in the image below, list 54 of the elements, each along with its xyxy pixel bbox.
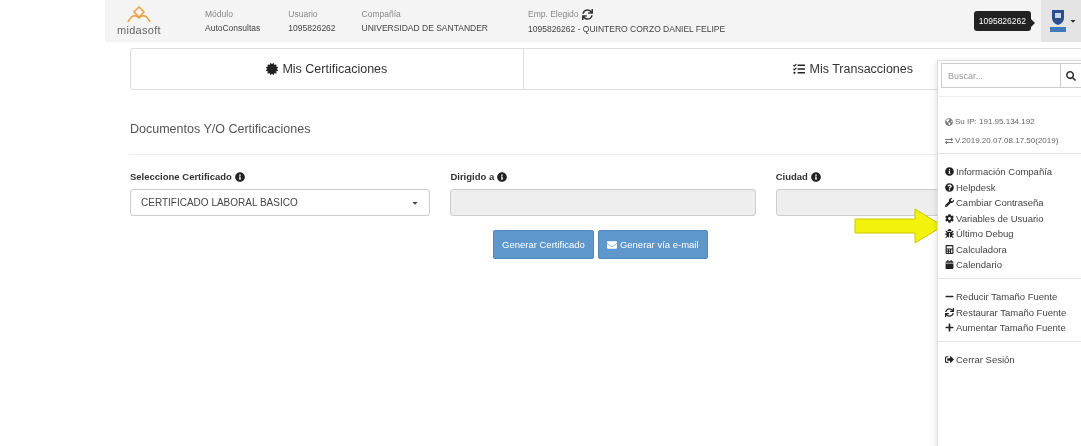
menu-item[interactable]: Último Debug xyxy=(938,228,1081,239)
refresh-icon[interactable] xyxy=(581,8,593,20)
menu-item[interactable]: Calendario xyxy=(938,259,1081,270)
menu-item[interactable]: Helpdesk xyxy=(938,181,1081,193)
info-icon xyxy=(234,171,245,182)
menu-item[interactable]: Restaurar Tamaño Fuente xyxy=(938,306,1081,318)
arrows-icon xyxy=(945,136,953,145)
header-value: 1095826262 xyxy=(288,23,336,33)
menu-item[interactable]: Aumentar Tamaño Fuente xyxy=(938,322,1081,333)
menu-item[interactable]: Calculadora xyxy=(938,243,1081,255)
info-icon xyxy=(945,167,954,176)
header-value: AutoConsultas xyxy=(205,23,261,33)
user-menu-button[interactable] xyxy=(1041,0,1081,42)
refresh-icon xyxy=(945,307,954,317)
help-icon xyxy=(945,182,954,192)
header-label: Emp. Elegido xyxy=(528,9,579,19)
plus-icon xyxy=(945,323,954,332)
shield-avatar-icon xyxy=(1049,9,1067,33)
header-label: Módulo xyxy=(205,9,233,19)
header-value: 1095826262 - QUINTERO CORZO DANIEL FELIPE xyxy=(528,23,726,34)
logo-icon xyxy=(126,6,152,24)
menu-item[interactable]: Cerrar Sesión xyxy=(938,354,1081,365)
search-field[interactable]: Buscar... xyxy=(941,63,1060,88)
menu-item[interactable]: Información Compañía xyxy=(938,166,1081,177)
field-label: Ciudad xyxy=(775,171,808,182)
globe-icon xyxy=(945,117,953,126)
envelope-icon xyxy=(606,239,617,250)
caret-icon xyxy=(1069,17,1077,25)
settings-icon xyxy=(945,213,954,223)
checklist-icon xyxy=(793,63,806,75)
bug-icon xyxy=(945,229,954,238)
wrench-icon xyxy=(945,198,954,207)
field-label: Dirigido a xyxy=(450,171,495,182)
certificate-select[interactable]: CERTIFICADO LABORAL BASICO xyxy=(130,189,431,216)
field-label: Seleccione Certificado xyxy=(130,171,232,182)
header-label: Compañía xyxy=(361,9,401,19)
search-button[interactable] xyxy=(1060,63,1081,88)
calendar-icon xyxy=(945,260,954,269)
tab[interactable]: Mis Certificaciones xyxy=(131,49,524,89)
search-icon xyxy=(1066,70,1076,81)
info-text: Su IP: 191.95.134.192 xyxy=(938,117,1081,126)
info-icon xyxy=(497,171,508,182)
logo-text: midasoft xyxy=(117,24,161,36)
certificate-icon xyxy=(266,63,279,75)
calculator-icon xyxy=(945,244,954,254)
header-label: Usuario xyxy=(288,9,318,19)
menu-item[interactable]: Variables de Usuario xyxy=(938,212,1081,224)
header-value: UNIVERSIDAD DE SANTANDER xyxy=(361,23,488,33)
menu-item[interactable]: Reducir Tamaño Fuente xyxy=(938,291,1081,302)
menu-item[interactable]: Cambiar Contraseña xyxy=(938,197,1081,208)
info-text: V.2019.20.07.08.17.50(2019) xyxy=(938,136,1081,145)
info-icon xyxy=(810,171,821,182)
section-title: Documentos Y/O Certificaciones xyxy=(130,122,312,136)
logout-icon xyxy=(945,355,954,364)
